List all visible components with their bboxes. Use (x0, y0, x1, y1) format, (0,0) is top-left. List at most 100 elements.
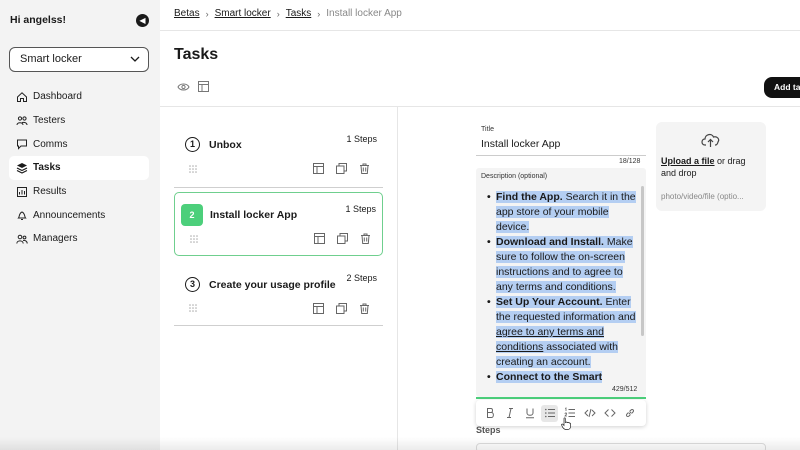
trash-icon[interactable] (360, 233, 371, 244)
chevron-right-icon: › (317, 8, 321, 19)
task-card[interactable]: 3 Create your usage profile 2 Steps (174, 260, 383, 326)
breadcrumb-project[interactable]: Smart locker (215, 8, 271, 19)
sidebar-item-label: Dashboard (33, 91, 82, 103)
sidebar-item-label: Testers (33, 115, 66, 127)
layers-icon (16, 162, 28, 174)
upload-hint: photo/video/file (optio... (661, 192, 744, 201)
bold-button[interactable] (481, 405, 498, 422)
cloud-upload-icon (701, 133, 720, 147)
upload-link[interactable]: Upload a file (661, 156, 715, 166)
italic-button[interactable] (501, 405, 518, 422)
divider (160, 106, 800, 107)
title-label: Title (481, 126, 494, 133)
layout-icon[interactable] (313, 303, 324, 314)
task-steps-count: 1 Steps (346, 134, 377, 144)
sidebar-nav: Dashboard Testers Comms Tasks Results An… (9, 85, 149, 251)
breadcrumb: Betas › Smart locker › Tasks › Install l… (174, 8, 402, 19)
task-number: 1 (185, 137, 200, 152)
description-editor[interactable]: Description (optional) Find the App. Sea… (476, 168, 646, 397)
task-actions (313, 303, 370, 314)
task-card[interactable]: 1 Unbox 1 Steps (174, 122, 383, 188)
task-name: Install locker App (210, 209, 298, 221)
trash-icon[interactable] (359, 163, 370, 174)
layout-icon[interactable] (198, 81, 209, 92)
bell-icon (17, 211, 27, 221)
duplicate-icon[interactable] (336, 303, 347, 314)
link-icon (625, 408, 634, 418)
drag-handle-icon[interactable] (189, 165, 197, 173)
link-button[interactable] (621, 405, 638, 422)
sidebar: Hi angelss! ◀ Smart locker Dashboard Tes… (0, 0, 160, 450)
hand-cursor-icon (561, 417, 571, 430)
chevron-down-icon (130, 56, 140, 62)
layout-icon[interactable] (314, 233, 325, 244)
chart-icon (17, 186, 27, 197)
task-number: 2 (181, 204, 203, 226)
sidebar-item-comms[interactable]: Comms (9, 132, 149, 156)
divider (160, 30, 800, 31)
trash-icon[interactable] (359, 303, 370, 314)
task-actions (314, 233, 371, 244)
breadcrumb-betas[interactable]: Betas (174, 8, 200, 19)
breadcrumb-tasks[interactable]: Tasks (286, 8, 312, 19)
underline-icon (525, 408, 534, 419)
steps-label: Steps (476, 425, 501, 435)
sidebar-item-results[interactable]: Results (9, 180, 149, 204)
sidebar-item-tasks[interactable]: Tasks (9, 156, 149, 180)
code-button[interactable] (581, 405, 598, 422)
page-title: Tasks (174, 46, 219, 63)
drag-handle-icon[interactable] (190, 235, 198, 243)
divider (397, 106, 398, 450)
task-card-selected[interactable]: 2 Install locker App 1 Steps (174, 192, 383, 256)
chat-icon (17, 139, 27, 150)
list-item: Set Up Your Account. Enter the requested… (484, 295, 636, 370)
sidebar-item-label: Announcements (33, 209, 106, 221)
task-steps-count: 2 Steps (346, 273, 377, 283)
eye-icon[interactable] (177, 82, 190, 92)
description-label: Description (optional) (481, 173, 548, 180)
users-icon (16, 115, 28, 125)
project-select[interactable]: Smart locker (9, 47, 149, 72)
bullet-list-button[interactable] (541, 404, 558, 422)
underline-button[interactable] (521, 405, 538, 422)
duplicate-icon[interactable] (336, 163, 347, 174)
divider (174, 325, 383, 326)
description-char-count: 429/512 (612, 386, 638, 393)
code-block-icon (583, 408, 596, 418)
description-focus-underline (476, 397, 646, 399)
task-number: 3 (185, 277, 200, 292)
sidebar-item-label: Results (33, 186, 67, 198)
bold-icon (486, 408, 494, 418)
greeting: Hi angelss! (10, 14, 67, 26)
layout-icon[interactable] (313, 163, 324, 174)
upload-dropzone[interactable]: Upload a file or drag and drop photo/vid… (656, 122, 766, 211)
code-icon (603, 409, 616, 417)
duplicate-icon[interactable] (337, 233, 348, 244)
chevron-right-icon: › (276, 8, 280, 19)
steps-field[interactable] (476, 443, 766, 450)
managers-icon (16, 234, 28, 244)
sidebar-item-label: Tasks (33, 162, 61, 174)
chevron-right-icon: › (205, 8, 209, 19)
description-scrollbar[interactable] (641, 186, 644, 336)
sidebar-item-dashboard[interactable]: Dashboard (9, 85, 149, 109)
collapse-sidebar-icon[interactable]: ◀ (136, 14, 149, 27)
task-steps-count: 1 Steps (345, 204, 376, 214)
list-item: Find the App. Search it in the app store… (484, 190, 636, 235)
task-name: Create your usage profile (209, 279, 336, 291)
upload-text: Upload a file or drag and drop (661, 156, 746, 178)
title-input[interactable]: Install locker App (481, 138, 560, 150)
inline-code-button[interactable] (601, 405, 618, 422)
home-icon (17, 91, 27, 102)
add-task-button[interactable]: Add task (764, 77, 800, 98)
breadcrumb-current: Install locker App (326, 8, 402, 19)
sidebar-item-label: Managers (33, 233, 78, 245)
sidebar-item-managers[interactable]: Managers (9, 227, 149, 251)
sidebar-item-testers[interactable]: Testers (9, 109, 149, 133)
sidebar-item-label: Comms (33, 138, 68, 150)
task-actions (313, 163, 370, 174)
drag-handle-icon[interactable] (189, 304, 197, 312)
task-name: Unbox (209, 139, 242, 151)
divider (174, 187, 383, 188)
sidebar-item-announcements[interactable]: Announcements (9, 203, 149, 227)
